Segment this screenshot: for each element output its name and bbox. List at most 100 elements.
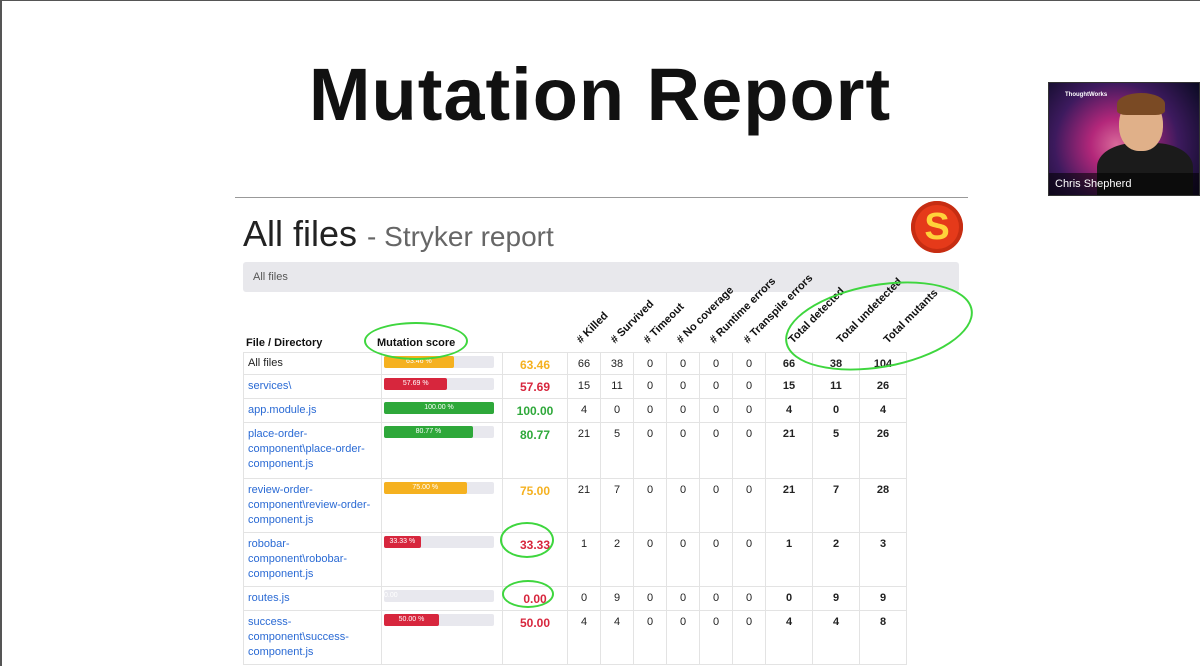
runtime-errors-count: 0	[699, 398, 733, 423]
no-coverage-count: 0	[666, 532, 700, 587]
table-row: services\ 57.69 % 57.69 15 11 0 0 0 0 15 11 26	[243, 374, 907, 399]
breadcrumb-item[interactable]: All files	[253, 271, 288, 283]
table-row: robobar-component\robobar-component.js 33…	[243, 532, 907, 587]
score-bar-cell: 80.77 %	[381, 422, 503, 479]
table-row: app.module.js 100.00 % 100.00 4 0 0 0 0 0 4 0 4	[243, 398, 907, 423]
file-cell: All files	[243, 352, 382, 375]
webcam-brand-logo: ThoughtWorks	[1065, 92, 1108, 98]
score-bar-fill: 33.33 %	[384, 536, 421, 548]
score-bar-track: 50.00 %	[384, 614, 494, 626]
file-cell: success-component\success-component.js	[243, 610, 382, 665]
breadcrumb[interactable]: All files	[243, 262, 959, 292]
total-undetected: 4	[812, 610, 860, 665]
mutation-score: 57.69	[502, 374, 568, 399]
file-link[interactable]: services\	[248, 380, 291, 392]
file-link[interactable]: app.module.js	[248, 404, 317, 416]
transpile-errors-count: 0	[732, 532, 766, 587]
webcam-thumbnail[interactable]: ThoughtWorks Chris Shepherd	[1048, 82, 1200, 196]
survived-count: 0	[600, 398, 634, 423]
mutation-score: 63.46	[502, 352, 568, 375]
score-bar-fill: 75.00 %	[384, 482, 467, 494]
mutation-table: All files 63.46 % 63.46 66 38 0 0 0 0 66 38 104 serv…	[243, 352, 907, 665]
participant-name: Chris Shepherd	[1049, 173, 1199, 195]
mutation-table-body: All files 63.46 % 63.46 66 38 0 0 0 0 66 38 104 serv…	[243, 352, 907, 665]
score-bar-cell: 0.00 %	[381, 586, 503, 611]
total-undetected: 2	[812, 532, 860, 587]
survived-count: 4	[600, 610, 634, 665]
runtime-errors-count: 0	[699, 610, 733, 665]
no-coverage-count: 0	[666, 422, 700, 479]
score-bar-fill: 57.69 %	[384, 378, 448, 390]
total-detected: 0	[765, 586, 813, 611]
table-row: review-order-component\review-order-comp…	[243, 478, 907, 533]
file-cell: review-order-component\review-order-comp…	[243, 478, 382, 533]
table-row: success-component\success-component.js 50…	[243, 610, 907, 665]
file-link[interactable]: routes.js	[248, 592, 290, 604]
total-undetected: 5	[812, 422, 860, 479]
column-header-no-coverage: # No coverage	[674, 284, 737, 346]
survived-count: 7	[600, 478, 634, 533]
no-coverage-count: 0	[666, 586, 700, 611]
killed-count: 21	[567, 422, 601, 479]
killed-count: 1	[567, 532, 601, 587]
total-mutants: 4	[859, 398, 907, 423]
report-divider	[235, 197, 968, 198]
no-coverage-count: 0	[666, 478, 700, 533]
survived-count: 5	[600, 422, 634, 479]
survived-count: 38	[600, 352, 634, 375]
score-bar-track: 75.00 %	[384, 482, 494, 494]
survived-count: 9	[600, 586, 634, 611]
timeout-count: 0	[633, 586, 667, 611]
killed-count: 4	[567, 398, 601, 423]
file-cell: place-order-component\place-order-compon…	[243, 422, 382, 479]
no-coverage-count: 0	[666, 610, 700, 665]
total-detected: 4	[765, 398, 813, 423]
runtime-errors-count: 0	[699, 374, 733, 399]
total-undetected: 11	[812, 374, 860, 399]
total-mutants: 28	[859, 478, 907, 533]
file-link[interactable]: robobar-component\robobar-component.js	[248, 538, 347, 580]
stryker-logo-letter: S	[924, 205, 950, 248]
timeout-count: 0	[633, 374, 667, 399]
file-link[interactable]: success-component\success-component.js	[248, 616, 349, 658]
runtime-errors-count: 0	[699, 352, 733, 375]
stryker-logo-icon: S	[911, 201, 963, 253]
total-undetected: 9	[812, 586, 860, 611]
total-detected: 4	[765, 610, 813, 665]
transpile-errors-count: 0	[732, 422, 766, 479]
killed-count: 4	[567, 610, 601, 665]
total-mutants: 26	[859, 422, 907, 479]
report-heading: All files - Stryker report	[243, 213, 554, 255]
score-bar-track: 33.33 %	[384, 536, 494, 548]
slide-title: Mutation Report	[308, 53, 892, 136]
file-name: All files	[248, 357, 283, 369]
total-undetected: 7	[812, 478, 860, 533]
transpile-errors-count: 0	[732, 374, 766, 399]
report-heading-title: All files	[243, 213, 358, 254]
file-link[interactable]: review-order-component\review-order-comp…	[248, 484, 370, 526]
transpile-errors-count: 0	[732, 610, 766, 665]
no-coverage-count: 0	[666, 374, 700, 399]
score-bar-track: 0.00 %	[384, 590, 494, 611]
killed-count: 0	[567, 586, 601, 611]
timeout-count: 0	[633, 610, 667, 665]
timeout-count: 0	[633, 398, 667, 423]
total-detected: 21	[765, 422, 813, 479]
file-cell: services\	[243, 374, 382, 399]
total-detected: 15	[765, 374, 813, 399]
column-header-file: File / Directory	[246, 337, 323, 349]
table-row: place-order-component\place-order-compon…	[243, 422, 907, 479]
file-cell: app.module.js	[243, 398, 382, 423]
total-detected: 1	[765, 532, 813, 587]
report-heading-suffix: - Stryker report	[367, 221, 554, 252]
runtime-errors-count: 0	[699, 422, 733, 479]
transpile-errors-count: 0	[732, 398, 766, 423]
annotation-circle-mutation-score	[364, 322, 468, 360]
score-bar-track: 57.69 %	[384, 378, 494, 390]
transpile-errors-count: 0	[732, 586, 766, 611]
timeout-count: 0	[633, 532, 667, 587]
file-link[interactable]: place-order-component\place-order-compon…	[248, 428, 365, 470]
transpile-errors-count: 0	[732, 478, 766, 533]
mutation-score: 100.00	[502, 398, 568, 423]
runtime-errors-count: 0	[699, 478, 733, 533]
